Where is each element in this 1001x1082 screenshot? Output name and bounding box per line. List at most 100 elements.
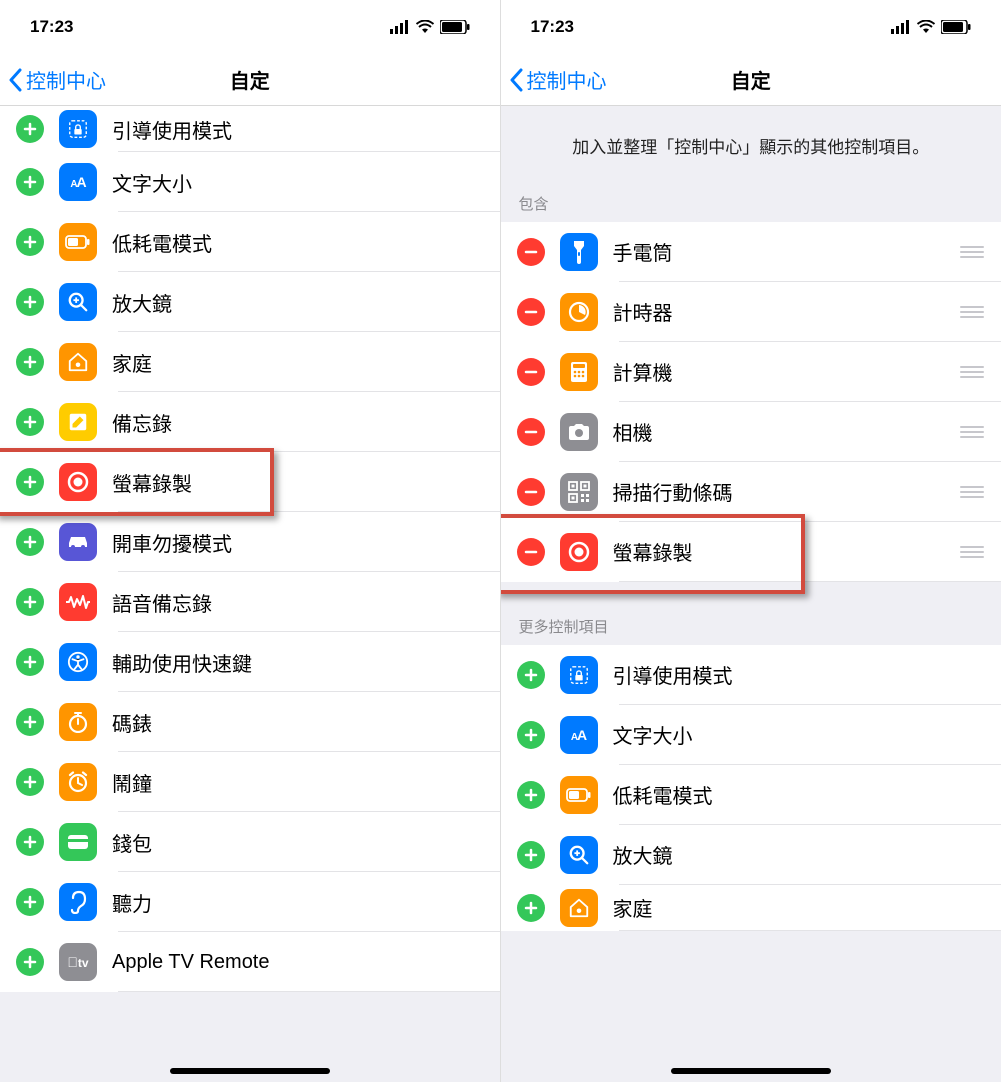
add-button[interactable] — [16, 588, 44, 616]
search-plus-icon — [59, 283, 97, 321]
drag-handle[interactable] — [959, 306, 985, 318]
camera-icon — [560, 413, 598, 451]
home-indicator[interactable] — [170, 1068, 330, 1074]
row-qr-scanner: 掃描行動條碼 — [501, 462, 1001, 522]
back-button[interactable]: 控制中心 — [501, 65, 607, 94]
status-bar: 17:23 — [0, 0, 500, 54]
remove-button[interactable] — [517, 478, 545, 506]
remove-button[interactable] — [517, 358, 545, 386]
add-button[interactable] — [16, 228, 44, 256]
add-button[interactable] — [517, 841, 545, 869]
row-label: 開車勿擾模式 — [112, 528, 484, 557]
add-button[interactable] — [16, 348, 44, 376]
add-button[interactable] — [16, 168, 44, 196]
row-label: 螢幕錄製 — [613, 537, 960, 566]
search-plus-icon — [560, 836, 598, 874]
row-timer: 計時器 — [501, 282, 1001, 342]
row-label: Apple TV Remote — [112, 951, 484, 974]
add-button[interactable] — [517, 721, 545, 749]
scroll-area-left[interactable]: 引導使用模式AA文字大小低耗電模式放大鏡家庭備忘錄螢幕錄製開車勿擾模式語音備忘錄… — [0, 106, 500, 1082]
row-hearing: 聽力 — [0, 872, 500, 932]
back-button[interactable]: 控制中心 — [0, 65, 106, 94]
row-stopwatch: 碼錶 — [0, 692, 500, 752]
row-camera: 相機 — [501, 402, 1001, 462]
add-button[interactable] — [517, 661, 545, 689]
flashlight-icon — [560, 233, 598, 271]
record-icon — [560, 533, 598, 571]
add-button[interactable] — [16, 528, 44, 556]
drag-handle[interactable] — [959, 246, 985, 258]
drag-handle[interactable] — [959, 486, 985, 498]
drag-handle[interactable] — [959, 366, 985, 378]
row-label: 家庭 — [613, 893, 986, 922]
more-list: 引導使用模式AA文字大小低耗電模式放大鏡家庭 — [501, 645, 1001, 931]
row-label: 輔助使用快速鍵 — [112, 648, 484, 677]
description: 加入並整理「控制中心」顯示的其他控制項目。 — [501, 106, 1001, 185]
remove-button[interactable] — [517, 238, 545, 266]
row-label: 引導使用模式 — [112, 115, 484, 144]
calculator-icon — [560, 353, 598, 391]
battery-icon — [59, 223, 97, 261]
lock-dashed-icon — [59, 110, 97, 148]
add-button[interactable] — [517, 894, 545, 922]
scroll-area-right[interactable]: 加入並整理「控制中心」顯示的其他控制項目。 包含 手電筒計時器計算機相機掃描行動… — [501, 106, 1001, 1082]
row-voice-memos: 語音備忘錄 — [0, 572, 500, 632]
row-low-power: 低耗電模式 — [501, 765, 1001, 825]
row-guided-access: 引導使用模式 — [501, 645, 1001, 705]
included-list: 手電筒計時器計算機相機掃描行動條碼螢幕錄製 — [501, 222, 1001, 582]
row-screen-recording: 螢幕錄製 — [501, 522, 1001, 582]
add-button[interactable] — [517, 781, 545, 809]
row-flashlight: 手電筒 — [501, 222, 1001, 282]
timer-icon — [560, 293, 598, 331]
row-label: 計算機 — [613, 357, 960, 386]
accessibility-icon — [59, 643, 97, 681]
home-icon — [560, 889, 598, 927]
row-label: 語音備忘錄 — [112, 588, 484, 617]
stopwatch-icon — [59, 703, 97, 741]
row-label: 螢幕錄製 — [112, 468, 484, 497]
row-accessibility-shortcut: 輔助使用快速鍵 — [0, 632, 500, 692]
add-button[interactable] — [16, 828, 44, 856]
ear-icon — [59, 883, 97, 921]
row-label: 放大鏡 — [613, 840, 986, 869]
row-apple-tv-remote: tv Apple TV Remote — [0, 932, 500, 992]
appletv-icon: tv — [59, 943, 97, 981]
remove-button[interactable] — [517, 538, 545, 566]
row-low-power: 低耗電模式 — [0, 212, 500, 272]
row-label: 錢包 — [112, 828, 484, 857]
home-indicator[interactable] — [671, 1068, 831, 1074]
note-icon — [59, 403, 97, 441]
cellular-icon — [390, 20, 410, 34]
chevron-left-icon — [8, 68, 22, 92]
add-button[interactable] — [16, 648, 44, 676]
more-controls-list: 引導使用模式AA文字大小低耗電模式放大鏡家庭備忘錄螢幕錄製開車勿擾模式語音備忘錄… — [0, 106, 500, 992]
record-icon — [59, 463, 97, 501]
add-button[interactable] — [16, 708, 44, 736]
add-button[interactable] — [16, 768, 44, 796]
wifi-icon — [416, 20, 434, 34]
row-label: 放大鏡 — [112, 288, 484, 317]
add-button[interactable] — [16, 948, 44, 976]
wallet-icon — [59, 823, 97, 861]
row-label: 鬧鐘 — [112, 768, 484, 797]
row-notes: 備忘錄 — [0, 392, 500, 452]
add-button[interactable] — [16, 288, 44, 316]
battery-icon — [440, 20, 470, 34]
remove-button[interactable] — [517, 298, 545, 326]
add-button[interactable] — [16, 468, 44, 496]
qr-icon — [560, 473, 598, 511]
remove-button[interactable] — [517, 418, 545, 446]
add-button[interactable] — [16, 888, 44, 916]
row-label: 文字大小 — [613, 720, 986, 749]
add-button[interactable] — [16, 115, 44, 143]
home-icon — [59, 343, 97, 381]
drag-handle[interactable] — [959, 546, 985, 558]
row-label: 計時器 — [613, 297, 960, 326]
add-button[interactable] — [16, 408, 44, 436]
status-time: 17:23 — [531, 17, 574, 37]
lock-dashed-icon — [560, 656, 598, 694]
chevron-left-icon — [509, 68, 523, 92]
drag-handle[interactable] — [959, 426, 985, 438]
row-alarm: 鬧鐘 — [0, 752, 500, 812]
status-icons — [891, 20, 971, 34]
